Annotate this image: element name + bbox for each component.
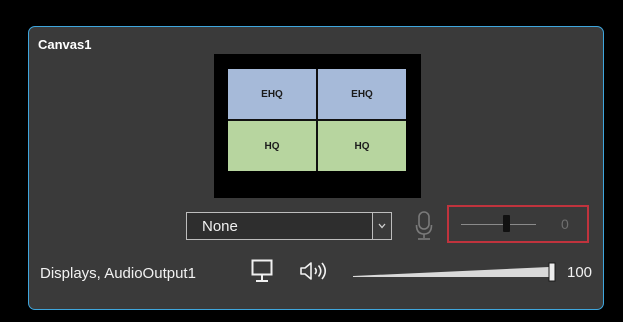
layout-divider-horizontal xyxy=(228,119,406,121)
chevron-down-icon[interactable] xyxy=(372,212,392,240)
layout-cell-bottom-left[interactable]: HQ xyxy=(228,121,316,171)
source-dropdown[interactable]: None xyxy=(186,212,392,240)
canvas-panel: Canvas1 EHQ EHQ HQ HQ None 0 Displays, A… xyxy=(28,26,604,310)
canvas-preview[interactable]: EHQ EHQ HQ HQ xyxy=(214,54,421,198)
output-volume-ramp xyxy=(353,267,549,277)
output-volume-value: 100 xyxy=(567,264,593,281)
microphone-volume-thumb[interactable] xyxy=(503,215,510,232)
canvas-title: Canvas1 xyxy=(38,37,92,52)
microphone-volume-control: 0 xyxy=(447,205,589,243)
speaker-icon[interactable] xyxy=(299,261,331,281)
output-volume-slider[interactable] xyxy=(353,262,561,284)
monitor-icon[interactable] xyxy=(251,259,273,283)
layout-cell-top-right[interactable]: EHQ xyxy=(318,69,406,119)
microphone-icon[interactable] xyxy=(415,211,433,241)
output-volume-thumb[interactable] xyxy=(548,262,556,282)
microphone-volume-value: 0 xyxy=(561,216,569,232)
microphone-volume-track[interactable] xyxy=(461,224,536,225)
output-route-label: Displays, AudioOutput1 xyxy=(40,265,196,282)
source-dropdown-value: None xyxy=(202,218,238,235)
layout-cell-bottom-right[interactable]: HQ xyxy=(318,121,406,171)
layout-cell-top-left[interactable]: EHQ xyxy=(228,69,316,119)
